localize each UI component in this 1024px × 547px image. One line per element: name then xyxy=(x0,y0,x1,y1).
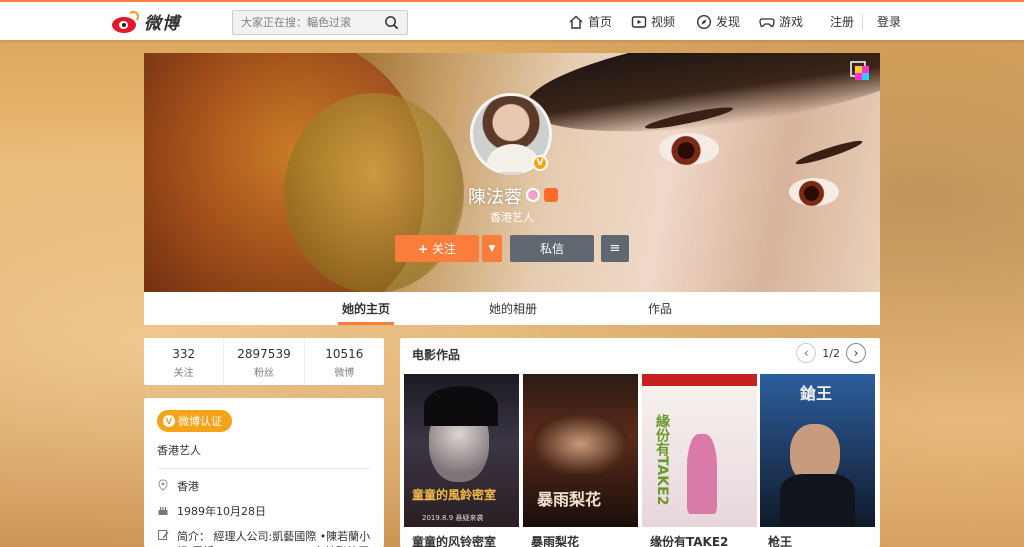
home-icon xyxy=(569,15,583,29)
poster-3-text: 緣份有TAKE2 xyxy=(654,414,670,506)
nav-divider xyxy=(862,14,863,30)
verify-desc: 香港艺人 xyxy=(157,442,371,469)
stat-weibo-label: 微博 xyxy=(334,368,355,379)
info-bio: 简介： 經理人公司:凱藝國際 •陳若蘭小姐(電話:852-90312052)。內… xyxy=(157,529,371,547)
poster-1-date: 2019.8.9 悬疑来袭 xyxy=(422,514,484,522)
poster-1-text: 童童的風鈴密室 xyxy=(412,488,497,502)
search-icon[interactable] xyxy=(384,15,399,30)
tab-album[interactable]: 她的相册 xyxy=(489,300,537,317)
game-icon xyxy=(759,17,775,27)
menu-icon: ≡ xyxy=(609,241,621,256)
active-tab-indicator xyxy=(338,322,394,325)
stat-fans-num: 2897539 xyxy=(237,347,291,361)
verify-label: 微博认证 xyxy=(178,415,222,428)
weibo-eye-icon xyxy=(110,10,140,33)
tab-home[interactable]: 她的主页 xyxy=(342,300,390,317)
follow-dropdown-button[interactable]: ▼ xyxy=(482,235,502,262)
info-location: 香港 xyxy=(157,479,371,494)
more-button[interactable]: ≡ xyxy=(601,235,629,262)
logo-text: 微博 xyxy=(144,14,180,34)
film-poster-3[interactable]: 緣份有TAKE2 xyxy=(642,374,757,527)
register-label: 注册 xyxy=(830,15,855,29)
chevron-right-icon: › xyxy=(853,346,859,360)
profile-badges xyxy=(526,188,558,202)
search-box xyxy=(232,10,408,35)
weibo-logo[interactable]: 微博 xyxy=(110,9,180,34)
info-card: V 微博认证 香港艺人 香港 1989年10月28日 简介： 經理人公司:凱藝國… xyxy=(144,398,384,547)
stat-fans-label: 粉丝 xyxy=(253,368,274,379)
stat-weibo-num: 10516 xyxy=(325,347,364,361)
nav-home-label: 首页 xyxy=(588,15,613,29)
stats-card: 332 关注 2897539 粉丝 10516 微博 xyxy=(144,338,384,385)
films-title: 电影作品 xyxy=(412,348,461,362)
verify-tag[interactable]: V 微博认证 xyxy=(157,410,232,432)
film-title-1[interactable]: 童童的风铃密室 xyxy=(412,533,496,547)
plus-icon: + xyxy=(417,241,429,256)
register-link[interactable]: 注册 xyxy=(830,13,854,30)
film-title-2[interactable]: 暴雨梨花 xyxy=(531,533,579,547)
poster-4-text: 鎗王 xyxy=(800,384,833,403)
film-poster-2[interactable]: 暴雨梨花 xyxy=(523,374,638,527)
search-input[interactable] xyxy=(233,11,373,34)
verify-v-icon: V xyxy=(163,415,175,427)
cake-icon xyxy=(158,507,168,515)
stat-following-label: 关注 xyxy=(173,368,194,379)
female-icon xyxy=(526,188,540,202)
video-icon xyxy=(631,15,647,28)
nav-video-label: 视频 xyxy=(651,15,676,29)
change-cover-icon[interactable] xyxy=(850,61,870,81)
nav-video[interactable]: 视频 xyxy=(631,13,675,30)
nav-game-label: 游戏 xyxy=(779,15,804,29)
film-title-4[interactable]: 枪王 xyxy=(768,533,792,547)
next-page-button[interactable]: › xyxy=(846,343,866,363)
chevron-left-icon: ‹ xyxy=(803,346,809,360)
birthday-text: 1989年10月28日 xyxy=(177,505,266,518)
bio-text: 简介： 經理人公司:凱藝國際 •陳若蘭小姐(電話:852-90312052)。內… xyxy=(177,530,371,547)
member-crown-icon[interactable] xyxy=(544,188,558,202)
nav-discover[interactable]: 发现 xyxy=(696,13,740,30)
film-poster-4[interactable]: 鎗王 xyxy=(760,374,875,527)
edit-icon xyxy=(157,529,169,541)
stat-following-num: 332 xyxy=(172,347,196,361)
location-icon xyxy=(158,479,168,491)
films-card: 电影作品 ‹ 1/2 › 童童的風鈴密室 2019.8.9 悬疑来袭 暴雨梨花 … xyxy=(400,338,880,547)
info-birthday: 1989年10月28日 xyxy=(157,504,371,519)
caret-down-icon: ▼ xyxy=(488,243,496,254)
prev-page-button[interactable]: ‹ xyxy=(796,343,817,363)
discover-icon xyxy=(696,14,712,29)
location-text: 香港 xyxy=(177,480,199,493)
film-poster-1[interactable]: 童童的風鈴密室 2019.8.9 悬疑来袭 xyxy=(404,374,519,527)
film-title-3[interactable]: 缘份有TAKE2 xyxy=(650,533,728,547)
poster-2-text: 暴雨梨花 xyxy=(537,490,602,509)
nav-game[interactable]: 游戏 xyxy=(759,13,803,30)
message-button[interactable]: 私信 xyxy=(510,235,594,262)
films-pager: ‹ 1/2 › xyxy=(796,343,866,363)
nav-home[interactable]: 首页 xyxy=(568,13,612,30)
login-link[interactable]: 登录 xyxy=(877,13,901,30)
stat-weibo[interactable]: 10516 微博 xyxy=(305,338,384,385)
profile-tabbar: 她的主页 她的相册 作品 xyxy=(144,292,880,325)
page-indicator: 1/2 xyxy=(822,346,840,360)
message-label: 私信 xyxy=(539,242,564,256)
stat-fans[interactable]: 2897539 粉丝 xyxy=(224,338,305,385)
tab-works[interactable]: 作品 xyxy=(648,300,672,317)
follow-label: 关注 xyxy=(432,242,457,256)
profile-intro: 香港艺人 xyxy=(490,211,534,224)
top-navbar: 微博 首页 视频 发现 游戏 注册 登录 xyxy=(0,0,1024,40)
follow-button[interactable]: + 关注 xyxy=(395,235,479,262)
login-label: 登录 xyxy=(877,15,902,29)
stat-following[interactable]: 332 关注 xyxy=(144,338,225,385)
nav-discover-label: 发现 xyxy=(716,15,741,29)
profile-name: 陳法蓉 xyxy=(468,187,522,208)
verified-v-icon: V xyxy=(532,155,548,171)
